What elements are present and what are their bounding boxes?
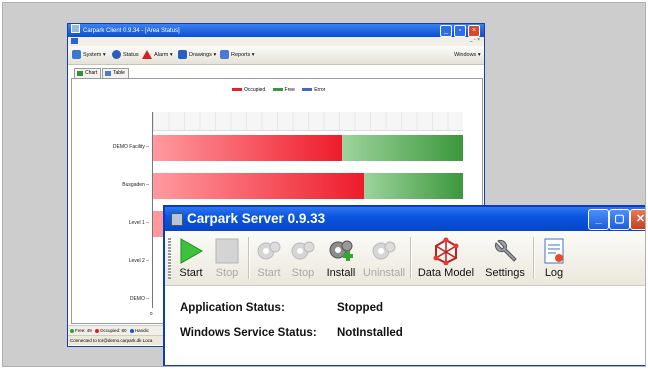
bar-0[interactable] <box>153 135 463 161</box>
tab-table[interactable]: Table <box>102 68 129 78</box>
server-title-bar[interactable]: Carpark Server 0.9.33 _ ▢ ✕ <box>165 207 645 231</box>
star-icon <box>112 50 121 60</box>
drawing-icon <box>178 50 187 60</box>
start-app-button[interactable]: Start <box>174 233 208 283</box>
desktop-background: Carpark Client 0.9.34 - [Area Status] _ … <box>2 2 646 367</box>
client-title-bar[interactable]: Carpark Client 0.9.34 - [Area Status] _ … <box>68 24 484 37</box>
toolbar-separator <box>248 237 250 279</box>
chart-icon <box>77 71 83 76</box>
application-status-label: Application Status: <box>180 302 285 314</box>
category-label: DEMO – <box>129 296 149 302</box>
windows-menu[interactable]: Windows ▾ <box>454 50 481 60</box>
toolbar-separator <box>533 237 535 279</box>
play-icon <box>180 238 204 264</box>
report-icon <box>220 50 229 60</box>
stop-app-button[interactable]: Stop <box>210 233 244 283</box>
gears-remove-icon <box>372 241 396 260</box>
handicap-count: Handic <box>134 328 149 333</box>
start-service-button[interactable]: Start <box>252 233 286 283</box>
wrench-icon <box>494 239 517 262</box>
reports-menu[interactable]: Reports ▾ <box>220 50 255 60</box>
alarm-menu[interactable]: Alarm ▾ <box>142 50 173 60</box>
server-title: Carpark Server 0.9.33 <box>187 211 326 226</box>
service-status-value: NotInstalled <box>337 327 403 339</box>
system-menu[interactable]: System ▾ <box>72 50 106 60</box>
data-model-icon <box>433 237 459 265</box>
drawings-menu[interactable]: Drawings ▾ <box>178 50 216 60</box>
service-status-label: Windows Service Status: <box>180 327 317 339</box>
x-tick-0: 0 <box>150 311 153 316</box>
bar-free <box>342 135 463 161</box>
mdi-controls[interactable]: _ ▫ × <box>470 37 480 43</box>
log-icon <box>544 238 564 264</box>
tab-chart[interactable]: Chart <box>74 68 102 78</box>
server-minimize-button[interactable]: _ <box>588 209 609 230</box>
alarm-icon <box>142 50 152 60</box>
log-button[interactable]: Log <box>537 233 571 283</box>
toolbar-separator <box>410 237 412 279</box>
category-label: Busgaden – <box>122 182 149 188</box>
minimize-button[interactable]: _ <box>440 25 452 37</box>
data-model-button[interactable]: Data Model <box>414 233 478 283</box>
maximize-button[interactable]: ▫ <box>454 25 466 37</box>
client-title: Carpark Client 0.9.34 - [Area Status] <box>83 28 180 34</box>
stop-service-button[interactable]: Stop <box>286 233 320 283</box>
gears-icon <box>257 241 281 260</box>
category-label: DEMO Facility – <box>112 144 149 150</box>
bar-1[interactable] <box>153 173 463 199</box>
gears-add-icon <box>329 240 353 261</box>
carpark-server-window: Carpark Server 0.9.33 _ ▢ ✕ Start Stop S… <box>163 205 645 366</box>
free-count: Free: 49 <box>75 328 92 333</box>
free-dot-icon <box>70 328 74 333</box>
bar-occupied <box>153 135 343 161</box>
gears-icon <box>291 241 315 260</box>
server-maximize-button[interactable]: ▢ <box>609 209 630 230</box>
mdi-child-icon[interactable] <box>71 38 78 44</box>
chart-legend: Occupied Free Error <box>232 87 331 93</box>
app-icon <box>71 24 80 33</box>
bar-occupied <box>153 173 364 199</box>
table-icon <box>105 71 111 76</box>
legend-error: Error <box>302 87 325 93</box>
stop-icon <box>215 238 239 264</box>
close-button[interactable]: × <box>468 25 480 37</box>
server-toolbar: Start Stop Start Stop Install Uninstall … <box>165 231 645 286</box>
handicap-dot-icon <box>129 328 134 333</box>
chart-grid <box>153 112 463 131</box>
uninstall-service-button[interactable]: Uninstall <box>362 233 406 283</box>
occupied-dot-icon <box>95 328 100 333</box>
system-icon <box>72 50 81 60</box>
server-close-button[interactable]: ✕ <box>630 209 645 230</box>
bar-free <box>363 173 463 199</box>
toolbar-grip[interactable] <box>168 237 171 279</box>
mdi-strip: _ ▫ × <box>68 37 484 46</box>
status-button[interactable]: Status <box>112 50 139 60</box>
legend-occupied: Occupied <box>232 87 265 93</box>
occupied-count: Occupied: 80 <box>100 328 127 333</box>
server-app-icon <box>171 213 183 226</box>
server-status-panel: Application Status: Stopped Windows Serv… <box>165 286 645 365</box>
client-toolbar: System ▾ Status Alarm ▾ Drawings ▾ Repor… <box>68 46 484 65</box>
application-status-value: Stopped <box>337 302 383 314</box>
category-label: Level 1 – <box>128 220 149 226</box>
install-service-button[interactable]: Install <box>322 233 360 283</box>
category-label: Level 2 – <box>128 258 149 264</box>
legend-free: Free <box>272 87 295 93</box>
settings-button[interactable]: Settings <box>480 233 530 283</box>
